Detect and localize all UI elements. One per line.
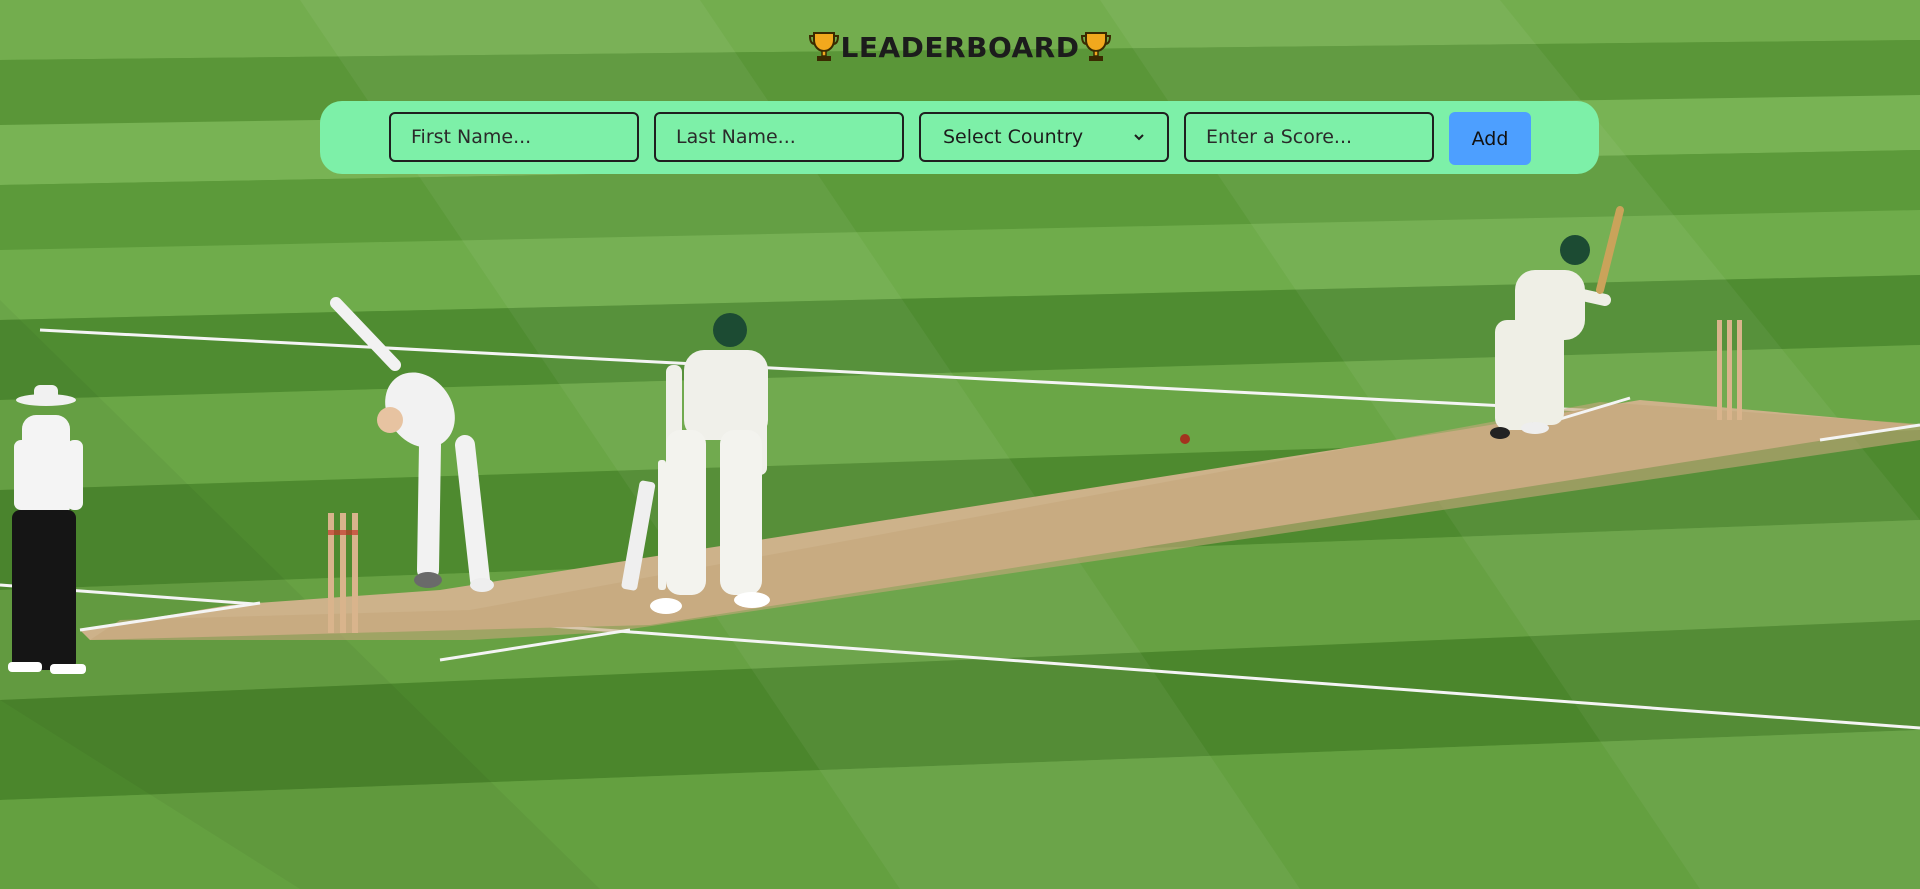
chevron-down-icon <box>1134 134 1144 141</box>
score-input[interactable] <box>1184 112 1434 162</box>
page-header: LEADERBOARD <box>0 30 1920 69</box>
country-select[interactable]: Select Country <box>919 112 1169 162</box>
page: LEADERBOARD Select Country Add <box>0 0 1920 889</box>
last-name-input[interactable] <box>654 112 904 162</box>
page-title: LEADERBOARD <box>840 31 1080 64</box>
trophy-icon <box>1081 30 1112 69</box>
add-player-form: Select Country Add <box>320 101 1599 174</box>
cricket-ball <box>1180 434 1190 444</box>
add-button[interactable]: Add <box>1449 112 1531 165</box>
country-select-value: Select Country <box>943 126 1084 148</box>
stumps-far <box>1717 320 1742 420</box>
first-name-input[interactable] <box>389 112 639 162</box>
stumps-near <box>328 513 358 633</box>
trophy-icon <box>808 30 839 69</box>
